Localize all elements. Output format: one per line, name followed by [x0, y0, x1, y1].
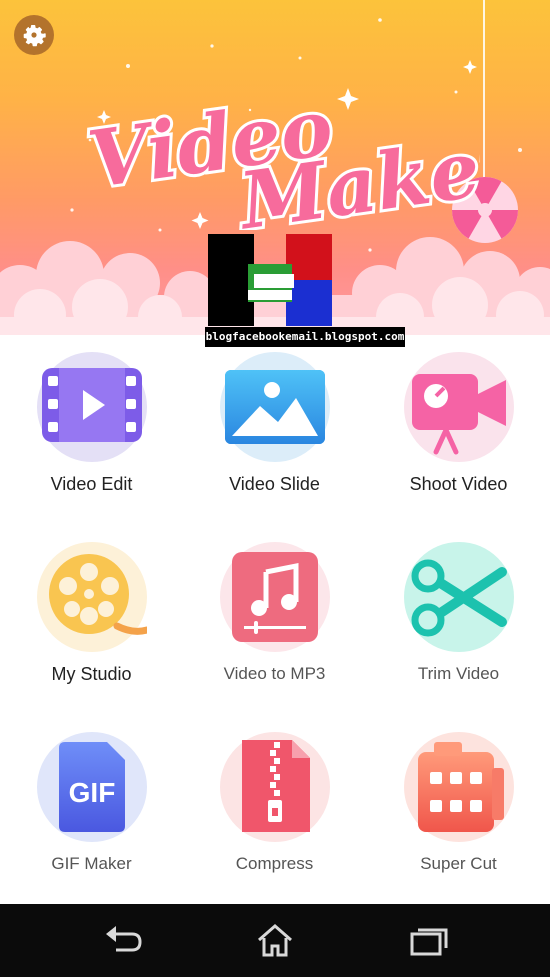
gear-icon — [23, 24, 46, 47]
tile-trim-video[interactable]: Trim Video — [367, 530, 550, 710]
tile-circle — [404, 352, 514, 462]
gif-icon: GIF — [59, 742, 125, 832]
tile-super-cut[interactable]: Super Cut — [367, 720, 550, 900]
tile-label: Video Edit — [50, 474, 133, 494]
tile-shoot-video[interactable]: Shoot Video — [367, 340, 550, 520]
tile-compress[interactable]: Compress — [183, 720, 366, 900]
settings-button[interactable] — [14, 15, 54, 55]
scissors-icon — [411, 559, 507, 637]
video-edit-icon — [42, 368, 142, 442]
camera-icon — [412, 374, 506, 455]
back-button[interactable] — [102, 922, 146, 958]
music-note-icon — [232, 552, 318, 642]
tile-circle — [220, 542, 330, 652]
tile-gif-maker[interactable]: GIF GIF Maker — [0, 720, 183, 900]
tile-label: Super Cut — [420, 854, 497, 873]
app-screen: Video Maker blogfacebookemail.blogspot.c… — [0, 0, 550, 977]
home-button[interactable] — [253, 922, 297, 958]
tile-circle — [220, 732, 330, 842]
svg-text:GIF: GIF — [69, 777, 116, 808]
header-banner: Video Maker — [0, 0, 550, 335]
image-icon — [225, 370, 325, 444]
tile-label: Video to MP3 — [223, 664, 326, 683]
watermark-logo — [208, 234, 332, 326]
tile-label: Video Slide — [229, 474, 320, 494]
tile-circle — [37, 542, 147, 652]
tile-circle — [37, 352, 147, 462]
tile-my-studio[interactable]: My Studio — [0, 530, 183, 710]
tile-circle — [404, 732, 514, 842]
tile-video-to-mp3[interactable]: Video to MP3 — [183, 530, 366, 710]
system-nav-bar — [0, 904, 550, 977]
recents-icon — [410, 928, 448, 956]
tile-circle — [404, 542, 514, 652]
recents-button[interactable] — [406, 922, 450, 958]
tile-video-edit[interactable]: Video Edit — [0, 340, 183, 520]
watermark-text: blogfacebookemail.blogspot.com — [205, 327, 405, 347]
lollipop-string — [483, 0, 485, 190]
tile-label: GIF Maker — [51, 854, 132, 873]
tile-circle — [220, 352, 330, 462]
tile-circle: GIF — [37, 732, 147, 842]
feature-grid: Video Edit Video Slide Shoot Video My St… — [0, 340, 550, 900]
zip-file-icon — [242, 740, 310, 832]
tile-label: Shoot Video — [409, 474, 508, 494]
home-icon — [258, 924, 292, 957]
tile-label: Trim Video — [417, 664, 500, 683]
film-reel-icon — [49, 554, 147, 635]
back-icon — [106, 926, 142, 952]
app-title: Video Maker — [80, 80, 480, 230]
tile-label: My Studio — [51, 664, 132, 684]
film-strip-icon — [418, 742, 504, 832]
tile-video-slide[interactable]: Video Slide — [183, 340, 366, 520]
tile-label: Compress — [235, 854, 314, 873]
